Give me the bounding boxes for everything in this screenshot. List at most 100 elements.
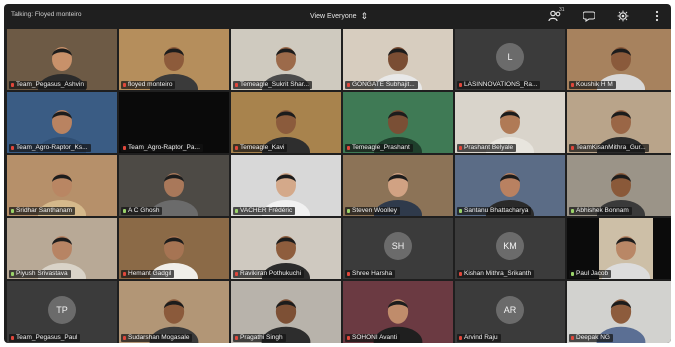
participant-tile[interactable]: Sridhar Santhanam xyxy=(7,155,117,216)
mic-off-icon xyxy=(123,336,126,340)
participant-nameplate: Sudarshan Mogasale xyxy=(121,334,193,342)
participant-tile[interactable]: Team_Agro-Raptor_Ks... xyxy=(7,92,117,153)
participant-tile[interactable]: AR Arvind Raju xyxy=(455,281,565,343)
participant-name: Ravikiran Pothukuchi xyxy=(240,270,302,277)
participant-nameplate: Kishan Mithra_Srikanth xyxy=(457,270,535,278)
participant-tile[interactable]: L LASINNOVATIONS_Ra... xyxy=(455,29,565,90)
participant-name: floyed monteiro xyxy=(128,81,173,88)
participant-name: SOHONI Avanti xyxy=(352,334,398,341)
participant-nameplate: LASINNOVATIONS_Ra... xyxy=(457,81,541,89)
participant-name: Pragathi Singh xyxy=(240,334,283,341)
mic-off-icon xyxy=(123,83,126,87)
participant-name: Temeagle_Kavi xyxy=(240,144,285,151)
participant-nameplate: Pragathi Singh xyxy=(233,334,286,342)
participant-name: Steven Woolley xyxy=(352,207,398,214)
participant-tile[interactable]: Team_Pegasus_Ashvin xyxy=(7,29,117,90)
participant-tile[interactable]: Deepak NG xyxy=(567,281,671,343)
participant-nameplate: Hemant Gadgil xyxy=(121,270,175,278)
mic-on-icon xyxy=(11,272,14,276)
gear-icon xyxy=(617,10,629,22)
participant-tile[interactable]: Pragathi Singh xyxy=(231,281,341,343)
mic-off-icon xyxy=(347,336,350,340)
mic-on-icon xyxy=(571,209,574,213)
participant-tile[interactable]: GONGATE Subhajit... xyxy=(343,29,453,90)
participant-name: Paul Jacob xyxy=(576,270,609,277)
participant-nameplate: Abhishek Bonnam xyxy=(569,207,632,215)
participant-tile[interactable]: Koushik H M xyxy=(567,29,671,90)
mic-on-icon xyxy=(459,209,462,213)
participant-tile[interactable]: Ravikiran Pothukuchi xyxy=(231,218,341,279)
participant-tile[interactable]: Temeagle_Sukrit Shar... xyxy=(231,29,341,90)
participant-name: Abhishek Bonnam xyxy=(576,207,629,214)
avatar-initials: TP xyxy=(48,295,76,324)
participant-tile[interactable]: Sudarshan Mogasale xyxy=(119,281,229,343)
participant-tile[interactable]: Piyush Srivastava xyxy=(7,218,117,279)
participant-name: A C Ghosh xyxy=(128,207,160,214)
avatar-initials: SH xyxy=(384,232,412,261)
participant-tile[interactable]: floyed monteiro xyxy=(119,29,229,90)
participant-nameplate: Ravikiran Pothukuchi xyxy=(233,270,305,278)
participant-tile[interactable]: SOHONI Avanti xyxy=(343,281,453,343)
view-everyone-label: View Everyone xyxy=(310,12,357,20)
participant-name: Piyush Srivastava xyxy=(16,270,68,277)
meeting-topbar: Talking: Floyed monteiro View Everyone ⇕… xyxy=(4,4,671,28)
participant-name: Prashant Belyale xyxy=(464,144,514,151)
participant-tile[interactable]: Hemant Gadgil xyxy=(119,218,229,279)
participant-name: Kishan Mithra_Srikanth xyxy=(464,270,532,277)
participant-tile[interactable]: Santanu Bhattacharya xyxy=(455,155,565,216)
participant-nameplate: Team_Agro-Raptor_Pa... xyxy=(121,144,203,152)
participant-nameplate: Temeagle_Prashant xyxy=(345,144,413,152)
mic-off-icon xyxy=(571,83,574,87)
participant-tile[interactable]: Abhishek Bonnam xyxy=(567,155,671,216)
settings-button[interactable] xyxy=(615,8,631,24)
more-vertical-icon xyxy=(655,10,659,22)
participant-nameplate: A C Ghosh xyxy=(121,207,163,215)
mic-off-icon xyxy=(347,272,350,276)
participant-nameplate: Temeagle_Sukrit Shar... xyxy=(233,81,313,89)
participant-tile[interactable]: VACHER Frédéric xyxy=(231,155,341,216)
participant-tile[interactable]: Steven Woolley xyxy=(343,155,453,216)
participant-name: Temeagle_Sukrit Shar... xyxy=(240,81,310,88)
mic-off-icon xyxy=(459,83,462,87)
avatar-initials: AR xyxy=(496,295,524,324)
mic-off-icon xyxy=(235,336,238,340)
participants-button[interactable]: 31 xyxy=(547,7,565,24)
participant-tile[interactable]: Team_Agro-Raptor_Pa... xyxy=(119,92,229,153)
talking-indicator: Talking: Floyed monteiro xyxy=(11,11,82,18)
mic-off-icon xyxy=(459,146,462,150)
participant-tile[interactable]: Temeagle_Prashant xyxy=(343,92,453,153)
participant-name: Koushik H M xyxy=(576,81,613,88)
participant-name: VACHER Frédéric xyxy=(240,207,293,214)
participant-tile[interactable]: A C Ghosh xyxy=(119,155,229,216)
participant-tile[interactable]: TP Team_Pegasus_Paul xyxy=(7,281,117,343)
participant-nameplate: Shree Harsha xyxy=(345,270,396,278)
participant-nameplate: Prashant Belyale xyxy=(457,144,517,152)
participant-name: Sridhar Santhanam xyxy=(16,207,73,214)
participant-name: GONGATE Subhajit... xyxy=(352,81,415,88)
chat-button[interactable] xyxy=(581,8,597,24)
participant-tile[interactable]: Paul Jacob xyxy=(567,218,671,279)
mic-off-icon xyxy=(571,336,574,340)
mic-on-icon xyxy=(347,209,350,213)
participant-tile[interactable]: Prashant Belyale xyxy=(455,92,565,153)
more-button[interactable] xyxy=(649,8,665,24)
participant-name: Team_Agro-Raptor_Ks... xyxy=(16,144,88,151)
view-everyone-button[interactable]: View Everyone ⇕ xyxy=(310,10,368,22)
mic-off-icon xyxy=(235,272,238,276)
participant-nameplate: Team_Pegasus_Paul xyxy=(9,334,81,342)
participant-nameplate: Koushik H M xyxy=(569,81,616,89)
participant-tile[interactable]: Temeagle_Kavi xyxy=(231,92,341,153)
participant-tile[interactable]: SH Shree Harsha xyxy=(343,218,453,279)
participant-name: LASINNOVATIONS_Ra... xyxy=(464,81,538,88)
participant-nameplate: Steven Woolley xyxy=(345,207,401,215)
mic-on-icon xyxy=(11,209,14,213)
participant-nameplate: Temeagle_Kavi xyxy=(233,144,288,152)
participant-name: Arvind Raju xyxy=(464,334,498,341)
mic-off-icon xyxy=(11,336,14,340)
participants-count: 31 xyxy=(559,7,565,13)
mic-on-icon xyxy=(123,209,126,213)
participant-tile[interactable]: KM Kishan Mithra_Srikanth xyxy=(455,218,565,279)
participant-tile[interactable]: TeamKisanMithra_Gur... xyxy=(567,92,671,153)
mic-off-icon xyxy=(123,272,126,276)
mic-off-icon xyxy=(459,272,462,276)
